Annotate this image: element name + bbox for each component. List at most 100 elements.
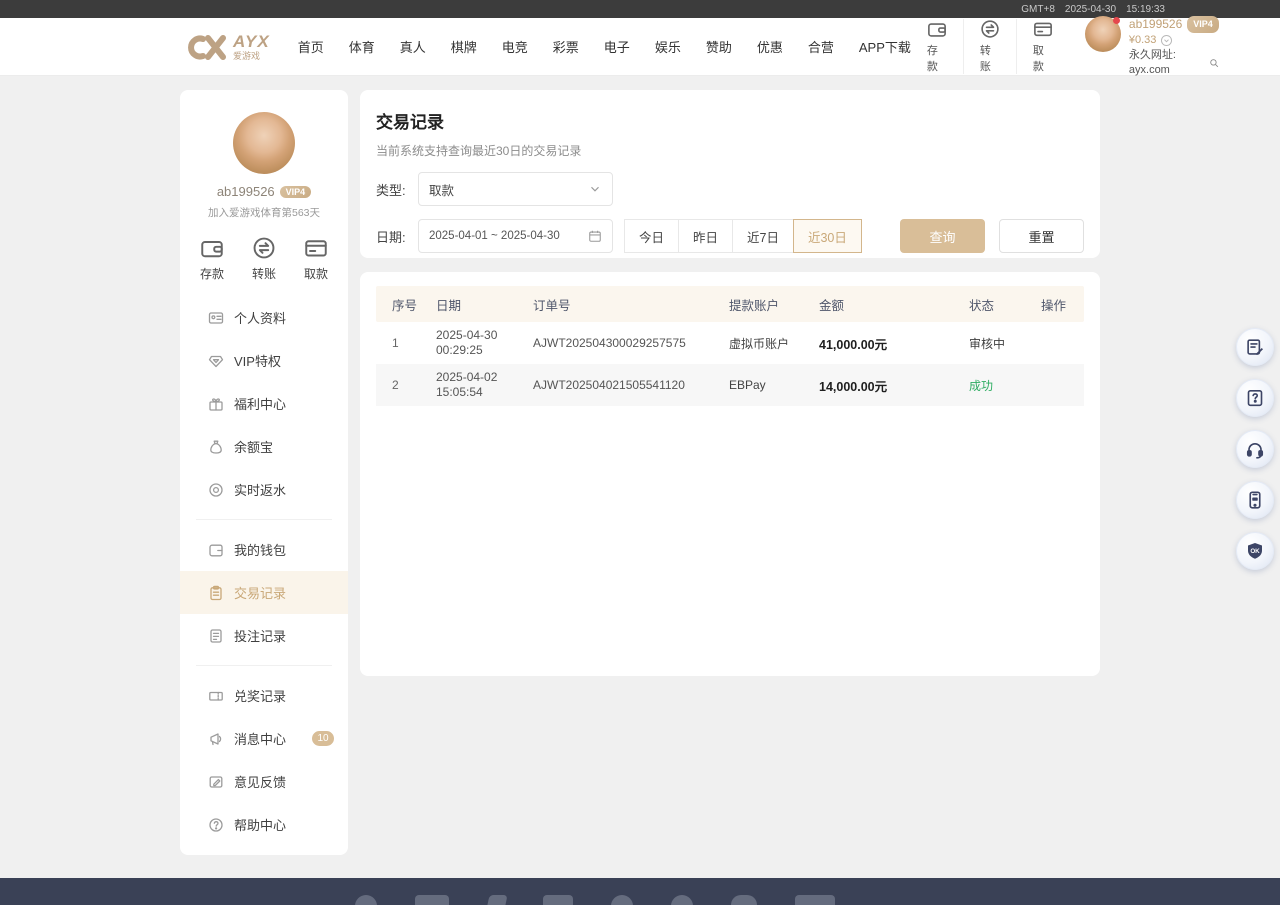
avatar[interactable] [1085, 16, 1121, 52]
floating-buttons: OK [1236, 328, 1274, 570]
sidebar-item-帮助中心[interactable]: 帮助中心 [180, 803, 348, 846]
quick-action-转账[interactable]: 转账 [252, 236, 276, 282]
prize-icon [208, 688, 224, 704]
nav-item-真人[interactable]: 真人 [400, 37, 426, 56]
header-action-转账[interactable]: 转账 [963, 19, 1016, 74]
withdraw-card-icon [1033, 19, 1053, 39]
site-url: 永久网址: ayx.com [1129, 48, 1206, 78]
float-button-customer-service[interactable] [1236, 430, 1274, 468]
bets-icon [208, 628, 224, 644]
brand-logo[interactable]: AYX 爱游戏 [183, 31, 270, 63]
quick-action-取款[interactable]: 取款 [304, 236, 328, 282]
calendar-icon [588, 229, 602, 243]
sidebar-item-福利中心[interactable]: 福利中心 [180, 382, 348, 425]
header-action-取款[interactable]: 取款 [1016, 19, 1069, 74]
column-header-状态: 状态 [969, 295, 1041, 314]
range-button-近7日[interactable]: 近7日 [732, 219, 794, 253]
records-table-card: 序号日期订单号提款账户金额状态操作 12025-04-3000:29:25AJW… [360, 272, 1100, 676]
table-header-row: 序号日期订单号提款账户金额状态操作 [376, 286, 1084, 322]
current-date: 2025-04-30 [1065, 4, 1116, 15]
notification-dot [1113, 17, 1120, 24]
sidebar-item-兑奖记录[interactable]: 兑奖记录 [180, 674, 348, 717]
nav-item-彩票[interactable]: 彩票 [553, 37, 579, 56]
float-faq-icon [1245, 388, 1265, 408]
nav-item-优惠[interactable]: 优惠 [757, 37, 783, 56]
unread-badge: 10 [312, 731, 334, 746]
cell-account: EBPay [729, 378, 819, 392]
nav-item-娱乐[interactable]: 娱乐 [655, 37, 681, 56]
header: AYX 爱游戏 首页 体育 真人 棋牌 电竞 彩票 电子 娱乐 赞助 优惠 合营 APP下载 存款转账… [0, 18, 1280, 76]
nav-item-电竞[interactable]: 电竞 [502, 37, 528, 56]
reset-button[interactable]: 重置 [999, 219, 1084, 253]
sidebar-item-意见反馈[interactable]: 意见反馈 [180, 760, 348, 803]
nav-item-合营[interactable]: 合营 [808, 37, 834, 56]
sidebar-item-余额宝[interactable]: 余额宝 [180, 425, 348, 468]
range-button-近30日[interactable]: 近30日 [793, 219, 862, 253]
date-filter-label: 日期: [376, 227, 418, 246]
float-button-faq[interactable] [1236, 379, 1274, 417]
transfer-icon [980, 19, 1000, 39]
sidebar-item-消息中心[interactable]: 消息中心10 [180, 717, 348, 760]
header-user[interactable]: ab199526 VIP4 ¥0.33 永久网址: ayx.com [1085, 16, 1219, 78]
withdraw-card-icon [304, 236, 328, 260]
table-row: 12025-04-3000:29:25AJWT20250430002925757… [376, 322, 1084, 364]
type-select-value: 取款 [429, 180, 588, 199]
search-button[interactable]: 查询 [900, 219, 985, 253]
sidebar: ab199526 VIP4 加入爱游戏体育第563天 存款转账取款 个人资料VI… [180, 90, 348, 855]
joined-days-label: 加入爱游戏体育第563天 [180, 205, 348, 220]
sidebar-item-我的钱包[interactable]: 我的钱包 [180, 528, 348, 571]
nav-item-APP下载[interactable]: APP下载 [859, 37, 911, 56]
column-header-操作: 操作 [1041, 295, 1084, 314]
balance-expand-icon[interactable] [1160, 34, 1173, 47]
sidebar-item-实时返水[interactable]: 实时返水 [180, 468, 348, 511]
help-icon [208, 817, 224, 833]
search-icon[interactable] [1209, 57, 1219, 69]
cell-date: 2025-04-3000:29:25 [436, 328, 533, 358]
cell-index: 1 [392, 336, 436, 350]
sidebar-item-个人资料[interactable]: 个人资料 [180, 296, 348, 339]
nav-item-首页[interactable]: 首页 [298, 37, 324, 56]
nav-item-棋牌[interactable]: 棋牌 [451, 37, 477, 56]
brand-logo-icon [183, 31, 227, 63]
logo-subtext: 爱游戏 [233, 52, 270, 61]
float-button-feedback[interactable] [1236, 328, 1274, 366]
sidebar-quick-actions: 存款转账取款 [180, 220, 348, 282]
partner-logos [355, 895, 835, 905]
cell-amount: 41,000.00元 [819, 334, 969, 353]
range-button-昨日[interactable]: 昨日 [678, 219, 733, 253]
cell-order-no: AJWT202504300029257575 [533, 336, 729, 350]
transfer-icon [252, 236, 276, 260]
profile-vip-badge: VIP4 [280, 186, 312, 198]
sidebar-menu: 个人资料VIP特权福利中心余额宝实时返水我的钱包交易记录投注记录兑奖记录消息中心… [180, 296, 348, 846]
balance-value: ¥0.33 [1129, 33, 1157, 48]
float-button-security[interactable]: OK [1236, 532, 1274, 570]
deposit-wallet-icon [200, 236, 224, 260]
type-filter-label: 类型: [376, 180, 418, 199]
header-action-存款[interactable]: 存款 [911, 19, 963, 74]
cell-status: 审核中 [969, 335, 1041, 352]
sidebar-item-VIP特权[interactable]: VIP特权 [180, 339, 348, 382]
savings-icon [208, 439, 224, 455]
feedback-icon [208, 774, 224, 790]
svg-text:OK: OK [1250, 548, 1260, 555]
profile-username: ab199526 [217, 184, 275, 199]
column-header-订单号: 订单号 [533, 295, 729, 314]
nav-item-电子[interactable]: 电子 [604, 37, 630, 56]
gift-icon [208, 396, 224, 412]
nav-item-赞助[interactable]: 赞助 [706, 37, 732, 56]
column-header-序号: 序号 [392, 295, 436, 314]
sidebar-item-投注记录[interactable]: 投注记录 [180, 614, 348, 657]
sidebar-divider [196, 519, 332, 520]
profile-avatar[interactable] [233, 112, 295, 174]
date-range-input[interactable]: 2025-04-01 ~ 2025-04-30 [418, 219, 613, 253]
float-button-app-download[interactable] [1236, 481, 1274, 519]
footer [0, 878, 1280, 905]
nav-item-体育[interactable]: 体育 [349, 37, 375, 56]
cell-account: 虚拟币账户 [729, 335, 819, 352]
range-button-今日[interactable]: 今日 [624, 219, 679, 253]
float-security-icon: OK [1245, 541, 1265, 561]
date-range-value: 2025-04-01 ~ 2025-04-30 [429, 230, 588, 242]
quick-action-存款[interactable]: 存款 [200, 236, 224, 282]
sidebar-item-交易记录[interactable]: 交易记录 [180, 571, 348, 614]
type-select[interactable]: 取款 [418, 172, 613, 206]
